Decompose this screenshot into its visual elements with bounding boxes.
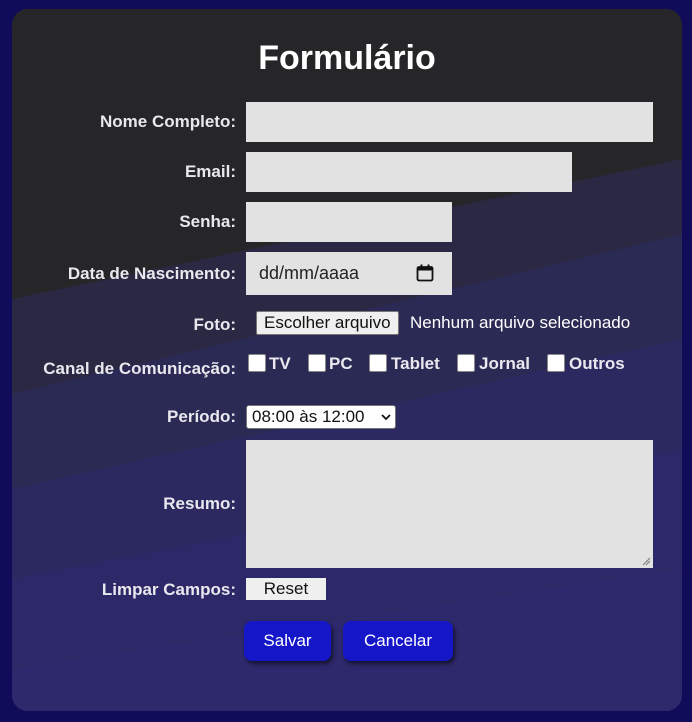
email-label: Email:	[184, 162, 236, 181]
cancel-button[interactable]: Cancelar	[343, 621, 453, 661]
channel-label: Canal de Comunicação:	[43, 359, 236, 378]
form-title: Formulário	[258, 39, 436, 77]
chevron-down-icon	[381, 414, 391, 421]
save-button[interactable]: Salvar	[244, 621, 331, 661]
password-label: Senha:	[179, 212, 236, 231]
reset-button[interactable]: Reset	[246, 578, 326, 600]
channel-tv-label[interactable]: TV	[269, 354, 291, 374]
channel-jornal-label[interactable]: Jornal	[479, 354, 530, 374]
birth-date-label: Data de Nascimento:	[67, 264, 236, 283]
resize-grip-icon[interactable]	[641, 556, 651, 566]
channel-outros-checkbox[interactable]	[547, 354, 565, 372]
channel-outros-label[interactable]: Outros	[569, 354, 625, 374]
period-selected-value: 08:00 às 12:00	[252, 407, 365, 426]
channel-tablet-label[interactable]: Tablet	[391, 354, 440, 374]
calendar-icon[interactable]	[416, 264, 434, 282]
channel-pc-label[interactable]: PC	[329, 354, 353, 374]
period-label: Período:	[167, 407, 236, 426]
channel-tv-checkbox[interactable]	[248, 354, 266, 372]
channel-pc-checkbox[interactable]	[308, 354, 326, 372]
choose-file-button[interactable]: Escolher arquivo	[256, 311, 399, 335]
email-input[interactable]	[246, 152, 572, 192]
full-name-input[interactable]	[246, 102, 653, 142]
file-status-text: Nenhum arquivo selecionado	[410, 313, 631, 332]
period-select[interactable]: 08:00 às 12:00	[246, 405, 396, 429]
channel-tablet-checkbox[interactable]	[369, 354, 387, 372]
birth-date-input[interactable]: dd/mm/aaaa	[246, 252, 452, 295]
birth-date-placeholder: dd/mm/aaaa	[259, 263, 360, 283]
channel-jornal-checkbox[interactable]	[457, 354, 475, 372]
form-card: Formulário Nome Completo: Email: Senha: …	[12, 9, 682, 711]
password-input[interactable]	[246, 202, 452, 242]
summary-label: Resumo:	[163, 494, 236, 513]
clear-fields-label: Limpar Campos:	[101, 580, 236, 599]
full-name-label: Nome Completo:	[100, 112, 236, 131]
photo-label: Foto:	[193, 315, 236, 334]
summary-textarea[interactable]	[246, 440, 653, 568]
